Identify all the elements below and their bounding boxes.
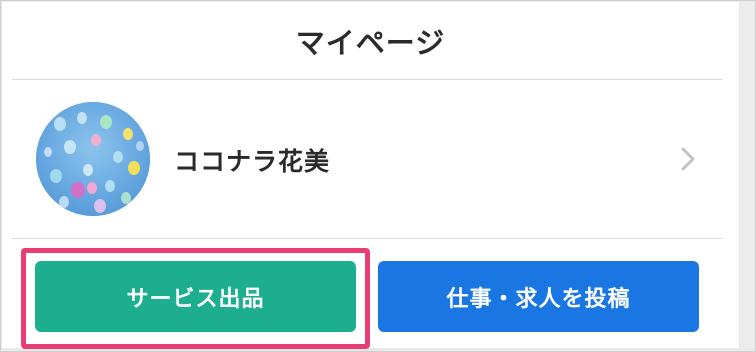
avatar bbox=[36, 102, 150, 216]
profile-row[interactable]: ココナラ花美 bbox=[12, 80, 722, 238]
page-header: マイページ bbox=[2, 2, 739, 80]
profile-name: ココナラ花美 bbox=[174, 147, 331, 176]
post-job-button-label: 仕事・求人を投稿 bbox=[446, 286, 631, 312]
service-listing-button[interactable]: サービス出品 bbox=[35, 261, 356, 332]
profile-divider bbox=[12, 238, 722, 239]
chevron-right-icon bbox=[676, 144, 700, 174]
service-listing-button-label: サービス出品 bbox=[126, 286, 265, 312]
scrollbar-track[interactable] bbox=[740, 2, 754, 348]
my-page-panel: マイページ ココナラ花美 サービス出品 仕事・求人を投稿 bbox=[2, 2, 739, 349]
page-frame: マイページ ココナラ花美 サービス出品 仕事・求人を投稿 bbox=[0, 0, 756, 352]
page-title: マイページ bbox=[295, 26, 446, 60]
balloons-avatar-image bbox=[36, 102, 150, 216]
post-job-button[interactable]: 仕事・求人を投稿 bbox=[378, 261, 699, 332]
